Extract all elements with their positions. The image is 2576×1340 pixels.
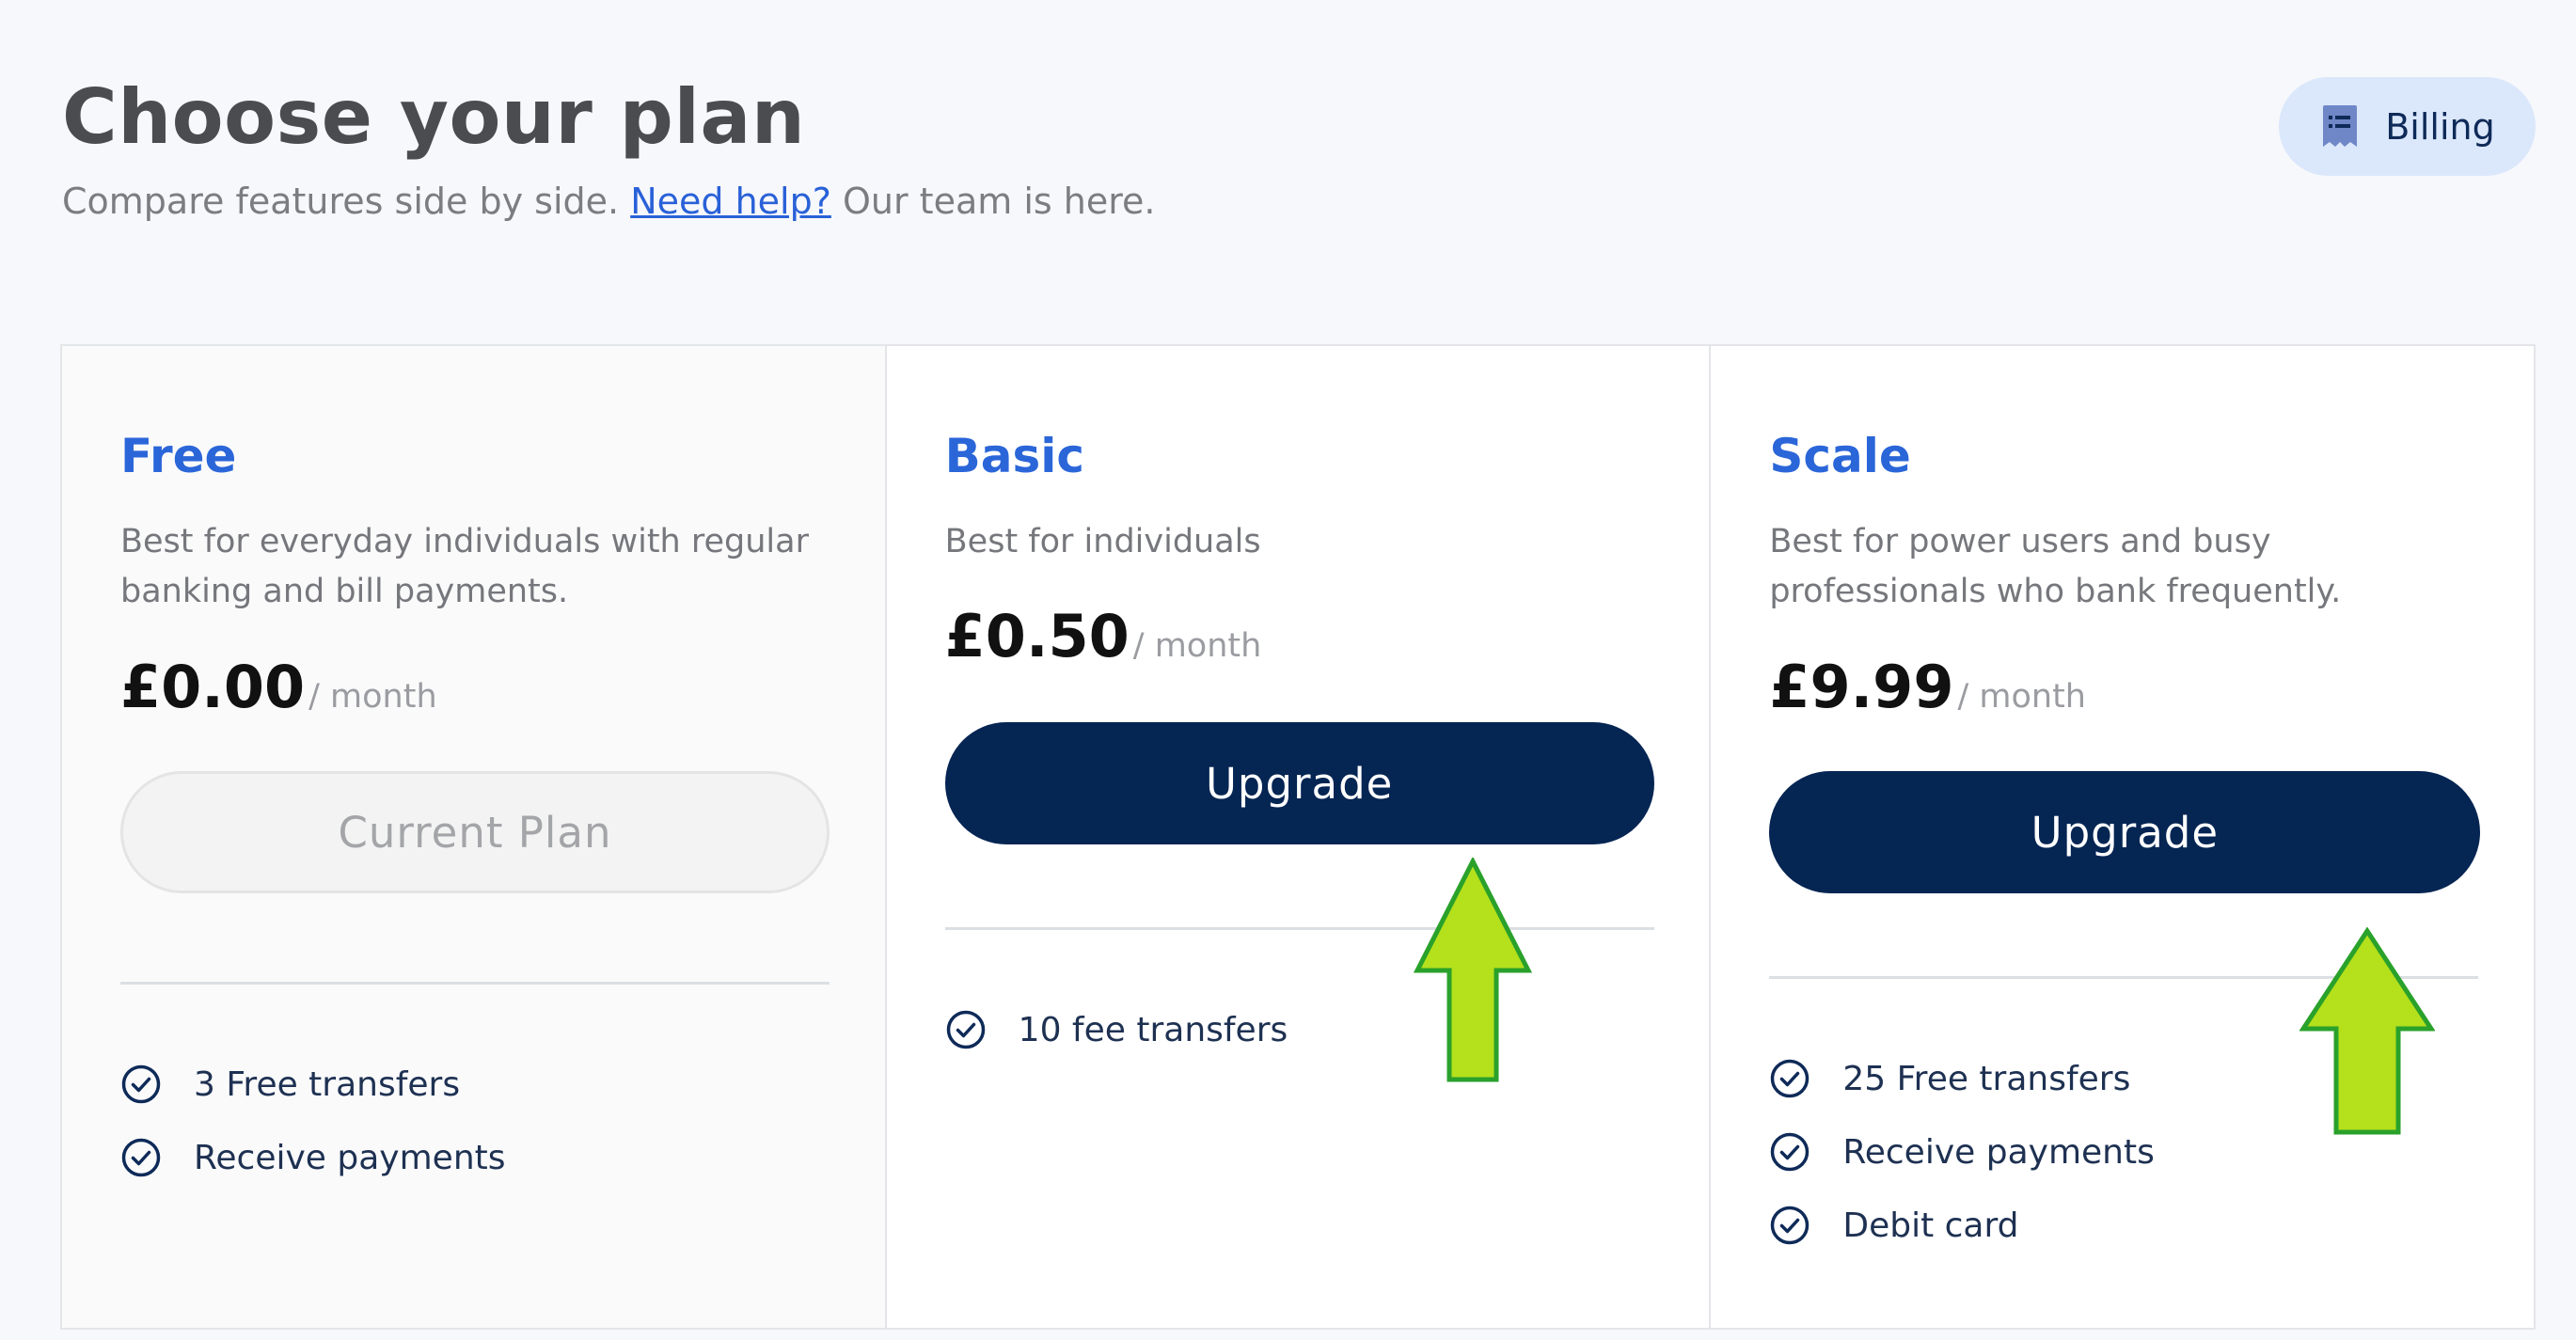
receipt-list-icon bbox=[2323, 104, 2358, 147]
feature-item: Receive payments bbox=[1769, 1115, 2155, 1189]
plan-description: Best for individuals bbox=[944, 523, 1261, 560]
page-title: Choose your plan bbox=[62, 73, 806, 161]
price-period: / month bbox=[308, 678, 437, 716]
price-amount: £9.99 bbox=[1769, 653, 1954, 721]
billing-button[interactable]: Billing bbox=[2279, 77, 2536, 176]
feature-item: 25 Free transfers bbox=[1769, 1042, 2155, 1115]
feature-label: Receive payments bbox=[194, 1138, 506, 1177]
feature-label: Debit card bbox=[1842, 1206, 2019, 1245]
page-subtitle: Compare features side by side. Need help… bbox=[62, 181, 1155, 222]
plan-name: Free bbox=[120, 429, 237, 483]
divider bbox=[120, 982, 830, 985]
plan-card-scale: Scale Best for power users and busy prof… bbox=[1711, 346, 2534, 1328]
plan-price: £9.99 / month bbox=[1769, 653, 2086, 721]
check-circle-icon bbox=[121, 1064, 161, 1104]
plan-description: Best for power users and busy profession… bbox=[1769, 523, 2342, 610]
upgrade-button[interactable]: Upgrade bbox=[944, 722, 1654, 844]
subtitle-text-end: Our team is here. bbox=[842, 181, 1156, 222]
plan-description: Best for everyday individuals with regul… bbox=[120, 523, 809, 610]
check-circle-icon bbox=[1771, 1206, 1810, 1245]
up-arrow-icon bbox=[1413, 858, 1532, 1082]
price-amount: £0.00 bbox=[120, 653, 306, 721]
price-period: / month bbox=[1132, 627, 1262, 665]
billing-label: Billing bbox=[2385, 105, 2495, 148]
feature-label: Receive payments bbox=[1842, 1132, 2155, 1172]
upgrade-button[interactable]: Upgrade bbox=[1769, 771, 2481, 893]
feature-list: 25 Free transfers Receive payments Debit… bbox=[1769, 1042, 2155, 1262]
check-circle-icon bbox=[1771, 1132, 1810, 1172]
plan-price: £0.50 / month bbox=[945, 602, 1262, 670]
price-period: / month bbox=[1957, 678, 2086, 716]
divider bbox=[944, 927, 1654, 930]
plan-price: £0.00 / month bbox=[120, 653, 437, 721]
feature-list: 10 fee transfers bbox=[945, 993, 1288, 1066]
feature-label: 3 Free transfers bbox=[194, 1064, 461, 1104]
plan-card-basic: Basic Best for individuals £0.50 / month… bbox=[887, 346, 1712, 1328]
need-help-link[interactable]: Need help? bbox=[630, 181, 831, 222]
feature-label: 25 Free transfers bbox=[1842, 1059, 2131, 1098]
check-circle-icon bbox=[1771, 1059, 1810, 1098]
current-plan-button: Current Plan bbox=[120, 771, 830, 893]
plans-grid: Free Best for everyday individuals with … bbox=[60, 344, 2536, 1330]
plan-card-free: Free Best for everyday individuals with … bbox=[62, 346, 887, 1328]
feature-item: 3 Free transfers bbox=[120, 1048, 506, 1121]
plan-name: Basic bbox=[944, 429, 1085, 483]
feature-item: 10 fee transfers bbox=[945, 993, 1288, 1066]
plan-name: Scale bbox=[1769, 429, 1911, 483]
price-amount: £0.50 bbox=[944, 602, 1130, 670]
feature-item: Receive payments bbox=[120, 1121, 506, 1194]
subtitle-text: Compare features side by side. bbox=[62, 181, 620, 222]
up-arrow-icon bbox=[2299, 927, 2436, 1135]
feature-label: 10 fee transfers bbox=[1018, 1010, 1288, 1049]
feature-list: 3 Free transfers Receive payments bbox=[120, 1048, 506, 1194]
check-circle-icon bbox=[121, 1138, 161, 1177]
feature-item: Debit card bbox=[1769, 1189, 2155, 1262]
check-circle-icon bbox=[946, 1010, 985, 1049]
